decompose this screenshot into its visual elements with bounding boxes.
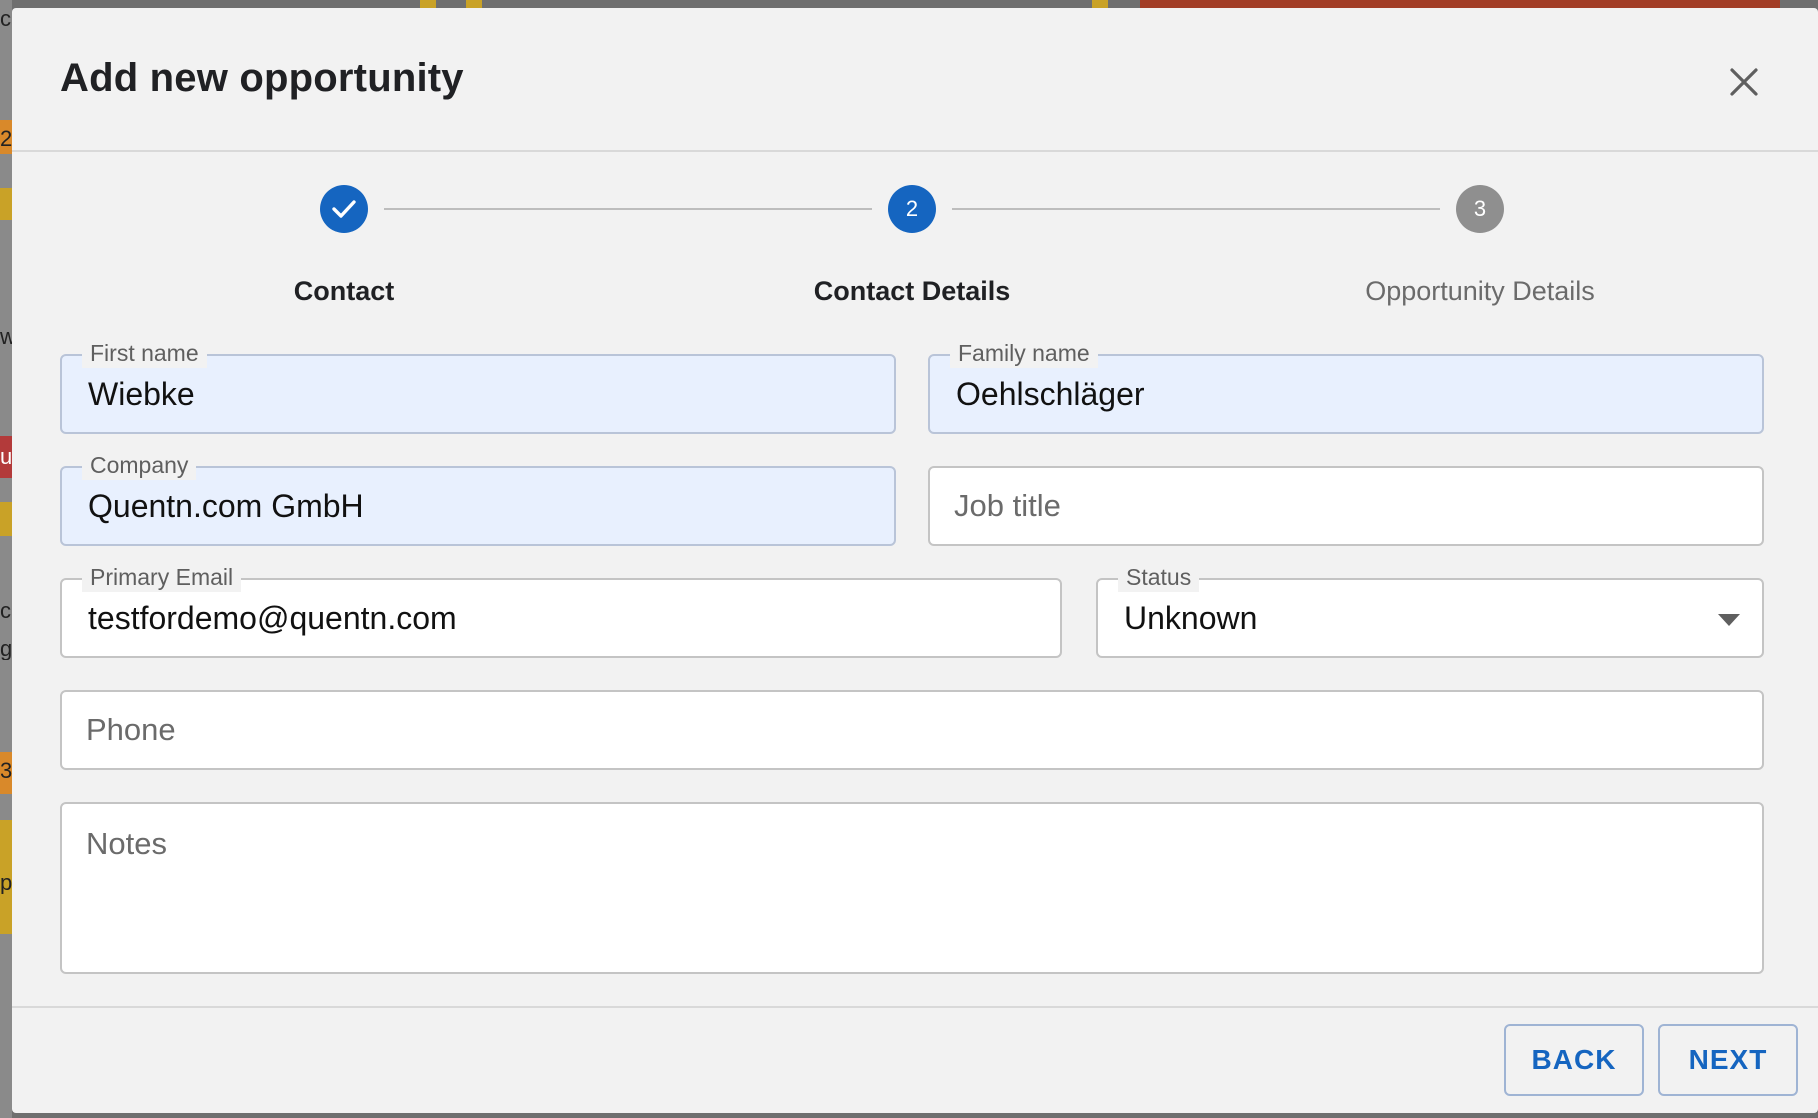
primary-email-field[interactable]: Primary Email testfordemo@quentn.com <box>60 562 1062 658</box>
step-2-circle: 2 <box>888 185 936 233</box>
backdrop-glyph: u <box>0 446 12 468</box>
company-value: Quentn.com GmbH <box>88 488 364 524</box>
company-field[interactable]: Company Quentn.com GmbH <box>60 450 896 546</box>
backdrop-glyph: g <box>0 638 12 660</box>
job-title-field <box>928 466 1764 546</box>
dropdown-arrow-icon <box>1718 614 1740 626</box>
family-name-value: Oehlschläger <box>956 376 1145 412</box>
notes-field <box>60 802 1764 974</box>
step-1-label: Contact <box>293 276 395 306</box>
close-button[interactable] <box>1716 54 1772 110</box>
backdrop-chip <box>0 502 12 536</box>
step-connector <box>952 208 1440 210</box>
family-name-field[interactable]: Family name Oehlschläger <box>928 338 1764 434</box>
dialog-footer-divider <box>12 1006 1818 1008</box>
family-name-label: Family name <box>950 338 1098 368</box>
primary-email-value: testfordemo@quentn.com <box>88 600 457 636</box>
status-label: Status <box>1118 562 1200 592</box>
step-connector <box>384 208 872 210</box>
dialog-title: Add new opportunity <box>60 56 464 100</box>
company-label: Company <box>82 450 197 480</box>
backdrop-bar <box>466 0 482 8</box>
status-select[interactable]: Status Unknown <box>1096 562 1764 658</box>
backdrop-bar <box>420 0 436 8</box>
backdrop-chip <box>0 188 12 220</box>
primary-email-label: Primary Email <box>82 562 242 592</box>
dialog-header: Add new opportunity <box>12 8 1818 152</box>
step-2-label: Contact Details <box>813 276 1011 306</box>
step-3-circle: 3 <box>1456 185 1504 233</box>
backdrop-glyph: 3 <box>0 760 12 782</box>
check-icon <box>332 200 356 218</box>
backdrop-left-strip <box>0 0 12 1118</box>
close-icon <box>1730 68 1758 96</box>
first-name-field[interactable]: First name Wiebke <box>60 338 896 434</box>
backdrop-bar <box>1092 0 1108 8</box>
job-title-input[interactable] <box>954 468 1738 544</box>
next-button[interactable]: NEXT <box>1658 1024 1798 1096</box>
phone-field <box>60 690 1764 770</box>
backdrop-glyph: w <box>0 326 12 348</box>
backdrop-glyph: c <box>0 600 11 622</box>
first-name-value: Wiebke <box>88 376 195 412</box>
back-button[interactable]: BACK <box>1504 1024 1644 1096</box>
add-opportunity-dialog: Add new opportunity 2 3 Contact Contact … <box>12 8 1818 1113</box>
step-3-label: Opportunity Details <box>1365 276 1595 306</box>
backdrop-glyph: c <box>0 8 11 30</box>
backdrop-glyph: p <box>0 872 12 894</box>
first-name-label: First name <box>82 338 207 368</box>
step-1-circle <box>320 185 368 233</box>
backdrop-bar <box>1140 0 1780 8</box>
notes-input[interactable] <box>86 826 1738 962</box>
backdrop-glyph: 2 <box>0 128 12 150</box>
status-value: Unknown <box>1124 600 1258 636</box>
phone-input[interactable] <box>86 692 1738 768</box>
